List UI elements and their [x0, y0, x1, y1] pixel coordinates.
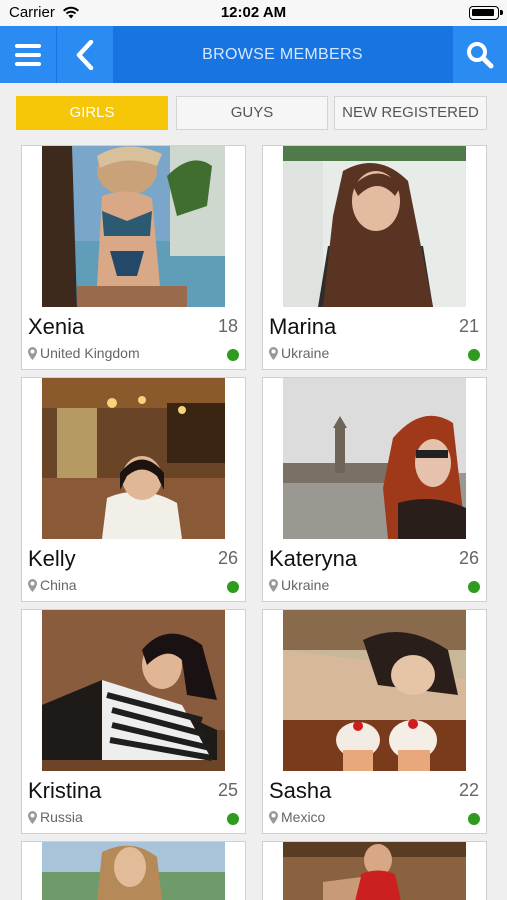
- member-age: 25: [217, 780, 238, 800]
- tab-girls[interactable]: GIRLS: [16, 96, 168, 130]
- member-card[interactable]: Marina 21 Ukraine: [262, 145, 487, 370]
- status-bar: Carrier 12:02 AM: [0, 0, 507, 26]
- member-card[interactable]: [21, 841, 246, 900]
- location-text: United Kingdom: [40, 345, 140, 361]
- member-photo[interactable]: [283, 146, 466, 307]
- member-card[interactable]: Kateryna 26 Ukraine: [262, 377, 487, 602]
- member-name: Kateryna: [269, 546, 358, 571]
- nav-bar: BROWSE MEMBERS: [0, 26, 507, 83]
- member-photo[interactable]: [283, 610, 466, 771]
- member-location: Russia: [28, 809, 83, 825]
- member-card[interactable]: Kelly 26 China: [21, 377, 246, 602]
- member-location: China: [28, 577, 77, 593]
- member-photo[interactable]: [42, 146, 225, 307]
- member-location: Ukraine: [269, 577, 329, 593]
- online-indicator: [468, 813, 480, 825]
- member-location: United Kingdom: [28, 345, 140, 361]
- tab-guys[interactable]: GUYS: [176, 96, 328, 130]
- location-text: China: [40, 577, 77, 593]
- member-photo[interactable]: [283, 842, 466, 900]
- member-card[interactable]: Kristina 25 Russia: [21, 609, 246, 834]
- member-location: Mexico: [269, 809, 325, 825]
- back-icon: [76, 39, 94, 70]
- map-pin-icon: [269, 346, 278, 360]
- member-photo[interactable]: [42, 610, 225, 771]
- online-indicator: [227, 349, 239, 361]
- member-photo[interactable]: [283, 378, 466, 539]
- member-age: 26: [217, 548, 238, 568]
- member-card[interactable]: Xenia 18 United Kingdom: [21, 145, 246, 370]
- location-text: Ukraine: [281, 345, 330, 361]
- member-name: Marina: [269, 314, 337, 339]
- location-text: Russia: [40, 809, 83, 825]
- online-indicator: [227, 581, 239, 593]
- member-photo[interactable]: [42, 842, 225, 900]
- member-card[interactable]: [262, 841, 487, 900]
- search-icon: [467, 41, 494, 68]
- member-age: 18: [217, 316, 238, 336]
- filter-tabs: GIRLS GUYS NEW REGISTERED: [16, 96, 488, 130]
- tab-new-registered[interactable]: NEW REGISTERED: [334, 96, 487, 130]
- map-pin-icon: [269, 578, 278, 592]
- member-name: Xenia: [28, 314, 85, 339]
- menu-icon: [15, 43, 41, 66]
- battery-icon: [469, 6, 503, 20]
- online-indicator: [227, 813, 239, 825]
- location-text: Ukraine: [281, 577, 330, 593]
- menu-button[interactable]: [0, 26, 56, 83]
- page-title: BROWSE MEMBERS: [202, 46, 363, 63]
- member-age: 26: [458, 548, 479, 568]
- member-name: Kelly: [28, 546, 76, 571]
- location-text: Mexico: [281, 809, 326, 825]
- member-name: Sasha: [269, 778, 332, 803]
- online-indicator: [468, 349, 480, 361]
- online-indicator: [468, 581, 480, 593]
- search-button[interactable]: [453, 26, 507, 83]
- map-pin-icon: [269, 810, 278, 824]
- map-pin-icon: [28, 810, 37, 824]
- back-button[interactable]: [57, 26, 113, 83]
- member-age: 21: [458, 316, 479, 336]
- member-photo[interactable]: [42, 378, 225, 539]
- map-pin-icon: [28, 346, 37, 360]
- member-card[interactable]: Sasha 22 Mexico: [262, 609, 487, 834]
- member-age: 22: [458, 780, 479, 800]
- member-location: Ukraine: [269, 345, 329, 361]
- clock: 12:02 AM: [220, 4, 287, 21]
- member-name: Kristina: [28, 778, 102, 803]
- map-pin-icon: [28, 578, 37, 592]
